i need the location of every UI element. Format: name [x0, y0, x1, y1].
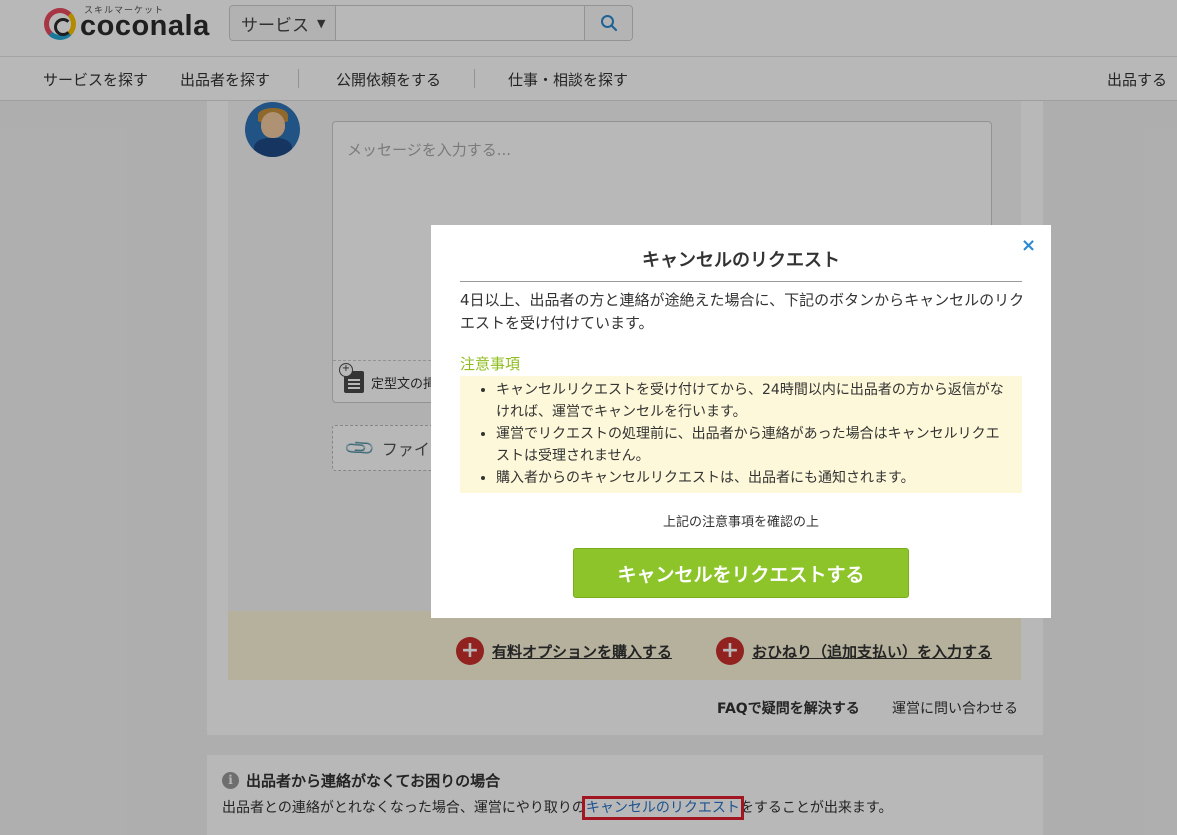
modal-title: キャンセルのリクエスト — [460, 246, 1022, 282]
close-icon[interactable]: × — [1021, 235, 1036, 256]
cancel-request-modal: × キャンセルのリクエスト 4日以上、出品者の方と連絡が途絶えた場合に、下記のボ… — [431, 225, 1051, 618]
notes-list: キャンセルリクエストを受け付けてから、24時間以内に出品者の方から返信がなければ… — [460, 376, 1022, 493]
note-item: 購入者からのキャンセルリクエストは、出品者にも通知されます。 — [496, 467, 1012, 489]
confirm-text: 上記の注意事項を確認の上 — [662, 515, 819, 530]
modal-intro: 4日以上、出品者の方と連絡が途絶えた場合に、下記のボタンからキャンセルのリクエス… — [460, 291, 1025, 332]
note-item: キャンセルリクエストを受け付けてから、24時間以内に出品者の方から返信がなければ… — [496, 379, 1012, 423]
note-item: 運営でリクエストの処理前に、出品者から連絡があった場合はキャンセルリクエストは受… — [496, 423, 1012, 467]
request-cancel-button[interactable]: キャンセルをリクエストする — [573, 548, 909, 598]
notes-heading: 注意事項 — [460, 355, 521, 373]
